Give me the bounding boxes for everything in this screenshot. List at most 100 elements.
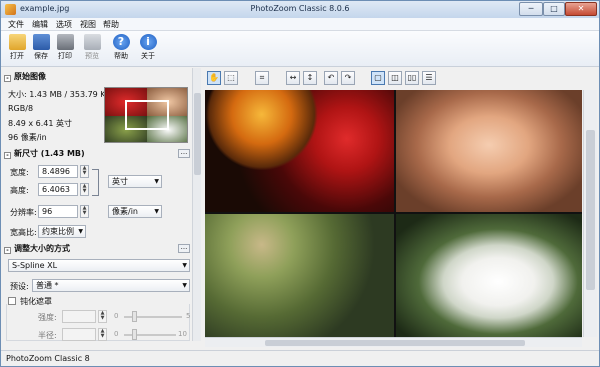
frog-photo xyxy=(205,214,394,337)
resolution-stepper[interactable]: ▲ ▼ xyxy=(80,205,89,218)
flip-vertical-icon: ↕ xyxy=(306,73,314,82)
radius-field[interactable] xyxy=(62,328,96,341)
original-dims-text: 8.49 x 6.41 英寸 xyxy=(8,119,72,128)
radius-slider-thumb[interactable] xyxy=(132,329,137,340)
white-lily-photo xyxy=(396,214,582,337)
main-toolbar: 打开 保存 打印 预览 ? 帮助 i 关于 xyxy=(1,31,599,67)
hand-icon: ✋ xyxy=(209,73,219,82)
resize-method-section[interactable]: - 调整大小的方式 xyxy=(4,243,70,254)
title-bar: example.jpg PhotoZoom Classic 8.0.6 ─ □ … xyxy=(1,1,599,18)
strength-min: 0 xyxy=(114,312,119,320)
link-bracket-icon xyxy=(92,169,99,196)
stacked-view-icon: ☰ xyxy=(425,73,433,82)
original-image-section[interactable]: - 原始图像 xyxy=(4,71,46,82)
help-button[interactable]: ? 帮助 xyxy=(110,33,132,66)
about-button[interactable]: i 关于 xyxy=(137,33,159,66)
aspect-ratio-label: 宽高比: xyxy=(10,228,37,237)
menu-edit[interactable]: 编辑 xyxy=(32,19,48,30)
strength-field[interactable] xyxy=(62,310,96,323)
menu-options[interactable]: 选项 xyxy=(56,19,72,30)
collapse-toggle-icon[interactable]: - xyxy=(4,75,11,82)
split-view-icon: ◫ xyxy=(391,73,399,82)
menu-help[interactable]: 帮助 xyxy=(103,19,119,30)
preview-label: 预览 xyxy=(85,52,99,60)
rotate-left-icon: ↶ xyxy=(327,73,335,82)
original-size-text: 大小: 1.43 MB / 353.79 KB xyxy=(8,90,112,99)
original-res-text: 96 像素/in xyxy=(8,133,47,142)
hand-tool-button[interactable]: ✋ xyxy=(207,71,221,85)
size-unit-select[interactable]: 英寸 ▼ xyxy=(108,175,162,188)
zoom-select-icon: ⬚ xyxy=(227,73,235,82)
preview-button[interactable]: 预览 xyxy=(81,33,103,66)
single-view-icon: ▢ xyxy=(374,73,382,82)
color-mode-text: RGB/8 xyxy=(8,104,34,113)
height-field[interactable]: 6.4063 xyxy=(38,183,78,196)
collapse-toggle-icon[interactable]: - xyxy=(4,152,11,159)
stacked-view-button[interactable]: ☰ xyxy=(422,71,436,85)
flip-horizontal-icon: ↔ xyxy=(289,73,297,82)
resolution-unit-select[interactable]: 像素/in ▼ xyxy=(108,205,162,218)
status-bar: PhotoZoom Classic 8 xyxy=(1,350,599,366)
flip-horizontal-button[interactable]: ↔ xyxy=(286,71,300,85)
menu-view[interactable]: 视图 xyxy=(80,19,96,30)
image-preview[interactable] xyxy=(205,90,582,337)
menu-file[interactable]: 文件 xyxy=(8,19,24,30)
strawberries-photo xyxy=(205,90,394,212)
info-icon: i xyxy=(139,34,157,50)
resolution-field[interactable]: 96 xyxy=(38,205,78,218)
status-text: PhotoZoom Classic 8 xyxy=(6,354,90,363)
flip-vertical-button[interactable]: ↕ xyxy=(303,71,317,85)
resize-method-more-button[interactable]: ... xyxy=(178,244,190,253)
single-view-button[interactable]: ▢ xyxy=(371,71,385,85)
width-stepper[interactable]: ▲ ▼ xyxy=(80,165,89,178)
print-button[interactable]: 打印 xyxy=(54,33,76,66)
aspect-ratio-select[interactable]: 约束比例 ▼ xyxy=(38,225,86,238)
radius-max: 10 xyxy=(178,330,187,338)
rotate-left-button[interactable]: ↶ xyxy=(324,71,338,85)
strength-max: 5 xyxy=(186,312,191,320)
panel-scrollbar[interactable] xyxy=(192,68,201,341)
chevron-down-icon: ▼ xyxy=(78,228,83,235)
chevron-down-icon: ▼ xyxy=(182,282,187,289)
new-size-section[interactable]: - 新尺寸 (1.43 MB) xyxy=(4,148,85,159)
radius-min: 0 xyxy=(114,330,119,338)
side-by-side-view-button[interactable]: ▯▯ xyxy=(405,71,419,85)
strength-stepper[interactable]: ▲ ▼ xyxy=(98,310,107,323)
smiling-woman-photo xyxy=(396,90,582,212)
chevron-down-icon: ▼ xyxy=(154,178,159,185)
resolution-label: 分辨率: xyxy=(10,208,37,217)
open-button[interactable]: 打开 xyxy=(6,33,28,66)
width-label: 宽度: xyxy=(10,168,29,177)
minimize-button[interactable]: ─ xyxy=(519,2,543,16)
save-button[interactable]: 保存 xyxy=(30,33,52,66)
size-unit-value: 英寸 xyxy=(112,177,128,186)
preview-horizontal-scrollbar[interactable] xyxy=(205,337,582,347)
height-label: 高度: xyxy=(10,186,29,195)
resolution-unit-value: 像素/in xyxy=(112,207,138,216)
thumbnail-image xyxy=(104,87,188,143)
preset-select[interactable]: 普通 * ▼ xyxy=(32,279,190,292)
algorithm-select[interactable]: S-Spline XL ▼ xyxy=(8,259,190,272)
preview-vertical-scrollbar[interactable] xyxy=(583,90,597,337)
preview-horizontal-scrollbar-thumb[interactable] xyxy=(265,340,525,346)
height-stepper[interactable]: ▲ ▼ xyxy=(80,183,89,196)
width-field[interactable]: 8.4896 xyxy=(38,165,78,178)
preview-vertical-scrollbar-thumb[interactable] xyxy=(586,130,595,290)
collapse-toggle-icon[interactable]: - xyxy=(4,247,11,254)
close-button[interactable]: ✕ xyxy=(565,2,597,16)
save-disk-icon xyxy=(32,34,50,50)
split-view-button[interactable]: ◫ xyxy=(388,71,402,85)
crop-tool-button[interactable]: ⌗ xyxy=(255,71,269,85)
zoom-select-tool-button[interactable]: ⬚ xyxy=(224,71,238,85)
rotate-right-button[interactable]: ↷ xyxy=(341,71,355,85)
maximize-button[interactable]: □ xyxy=(543,2,565,16)
new-size-more-button[interactable]: ... xyxy=(178,149,190,158)
preset-value: 普通 * xyxy=(36,281,59,290)
algorithm-value: S-Spline XL xyxy=(12,261,58,270)
radius-stepper[interactable]: ▲ ▼ xyxy=(98,328,107,341)
panel-scrollbar-thumb[interactable] xyxy=(194,93,201,175)
about-label: 关于 xyxy=(141,52,155,60)
settings-panel: - 原始图像 大小: 1.43 MB / 353.79 KB RGB/8 8.49… xyxy=(2,68,192,341)
strength-slider-thumb[interactable] xyxy=(132,311,137,322)
resize-method-header: 调整大小的方式 xyxy=(14,244,70,253)
